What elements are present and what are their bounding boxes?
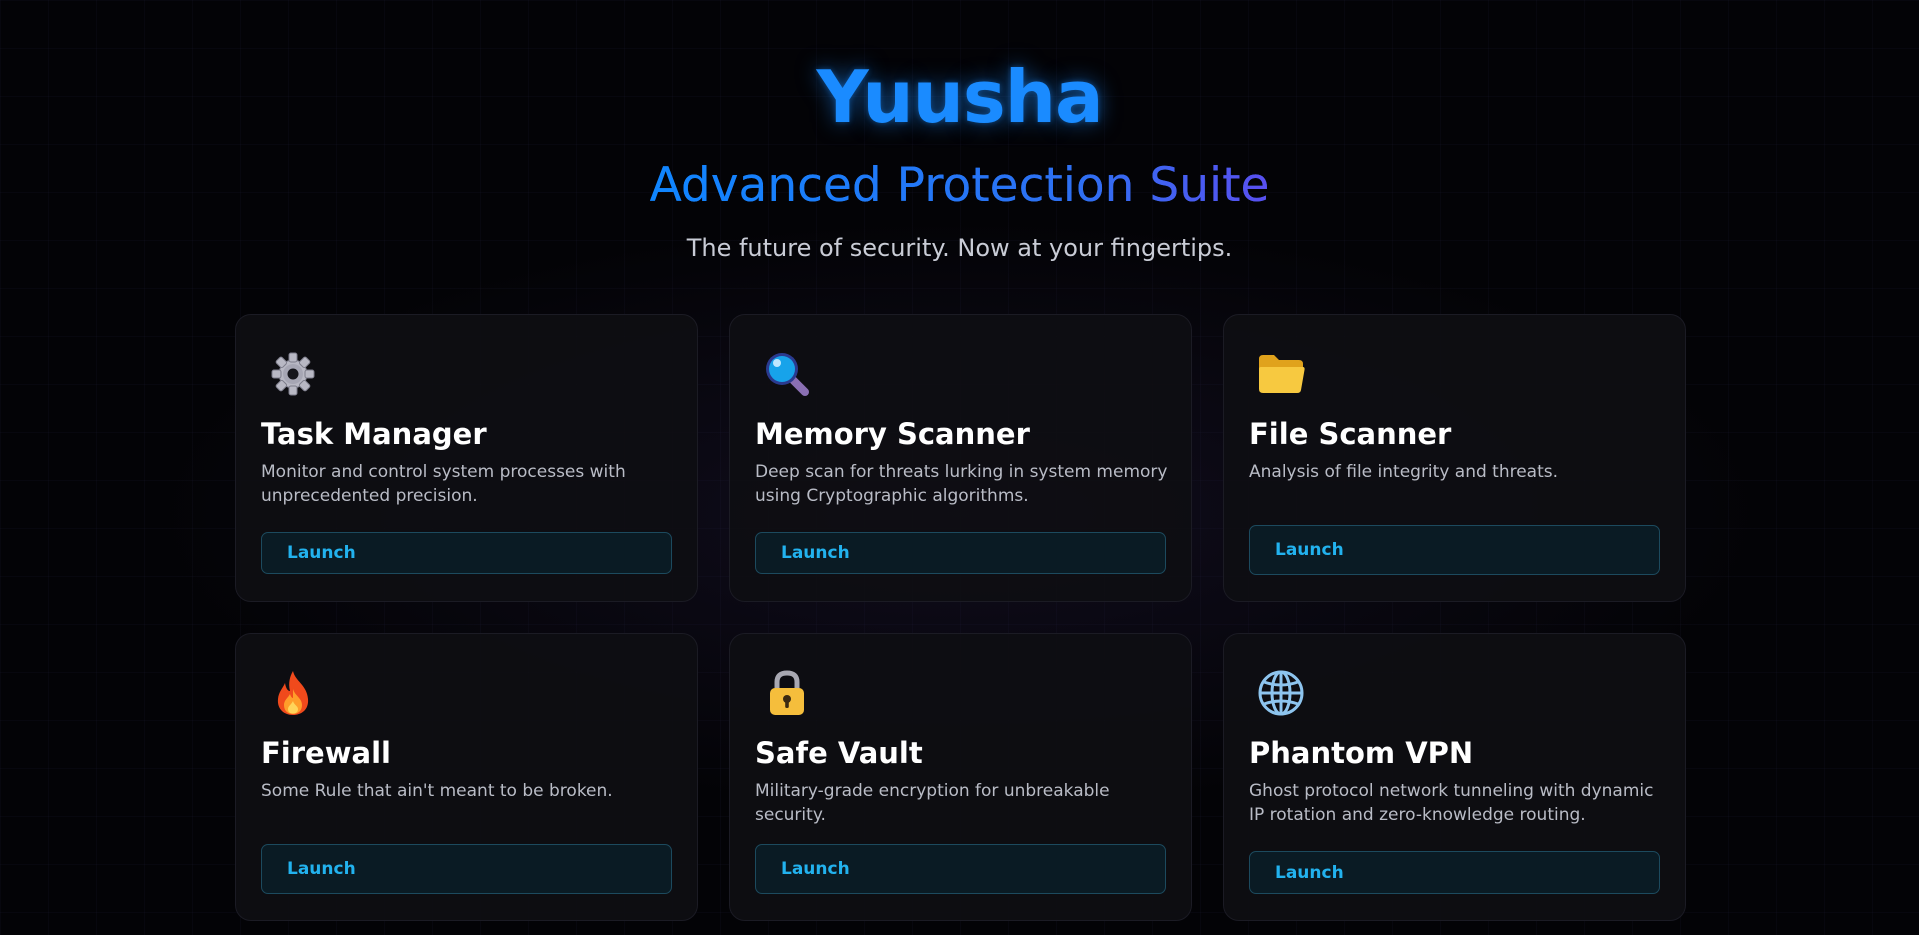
gear-icon (268, 349, 318, 399)
launch-phantom-vpn-button[interactable]: Launch (1249, 851, 1660, 894)
card-title: Safe Vault (755, 736, 923, 770)
magnifier-icon (762, 349, 812, 399)
card-description: Analysis of file integrity and threats. (1249, 462, 1559, 482)
card-description: Monitor and control system processes wit… (261, 462, 626, 506)
card-title: Phantom VPN (1249, 736, 1474, 770)
tagline: The future of security. Now at your fing… (686, 234, 1233, 262)
globe-icon (1256, 668, 1306, 718)
card-title: File Scanner (1249, 417, 1452, 451)
card-safe-vault: Safe Vault Military-grade encryption for… (729, 633, 1192, 921)
card-description: Deep scan for threats lurking in system … (755, 462, 1168, 506)
card-title: Firewall (261, 736, 391, 770)
launch-task-manager-button[interactable]: Launch (261, 532, 672, 574)
card-task-manager: Task Manager Monitor and control system … (235, 314, 698, 602)
brand-title: Yuusha (816, 55, 1103, 139)
fire-icon (268, 668, 318, 718)
page-subtitle-text: Advanced Protection Suite (649, 158, 1270, 213)
launch-file-scanner-button[interactable]: Launch (1249, 525, 1660, 575)
lock-icon (762, 668, 812, 718)
folder-icon (1256, 349, 1306, 399)
page-subtitle: Advanced Protection Suite (0, 156, 1919, 216)
launch-memory-scanner-button[interactable]: Launch (755, 532, 1166, 574)
tool-card-grid: Task Manager Monitor and control system … (235, 314, 1687, 921)
card-description: Military-grade encryption for unbreakabl… (755, 781, 1110, 825)
card-file-scanner: File Scanner Analysis of file integrity … (1223, 314, 1686, 602)
card-phantom-vpn: Phantom VPN Ghost protocol network tunne… (1223, 633, 1686, 921)
card-description: Ghost protocol network tunneling with dy… (1249, 781, 1654, 825)
card-description: Some Rule that ain't meant to be broken. (261, 781, 613, 801)
launch-firewall-button[interactable]: Launch (261, 844, 672, 894)
card-title: Task Manager (261, 417, 487, 451)
launch-safe-vault-button[interactable]: Launch (755, 844, 1166, 894)
card-memory-scanner: Memory Scanner Deep scan for threats lur… (729, 314, 1192, 602)
card-title: Memory Scanner (755, 417, 1030, 451)
card-firewall: Firewall Some Rule that ain't meant to b… (235, 633, 698, 921)
